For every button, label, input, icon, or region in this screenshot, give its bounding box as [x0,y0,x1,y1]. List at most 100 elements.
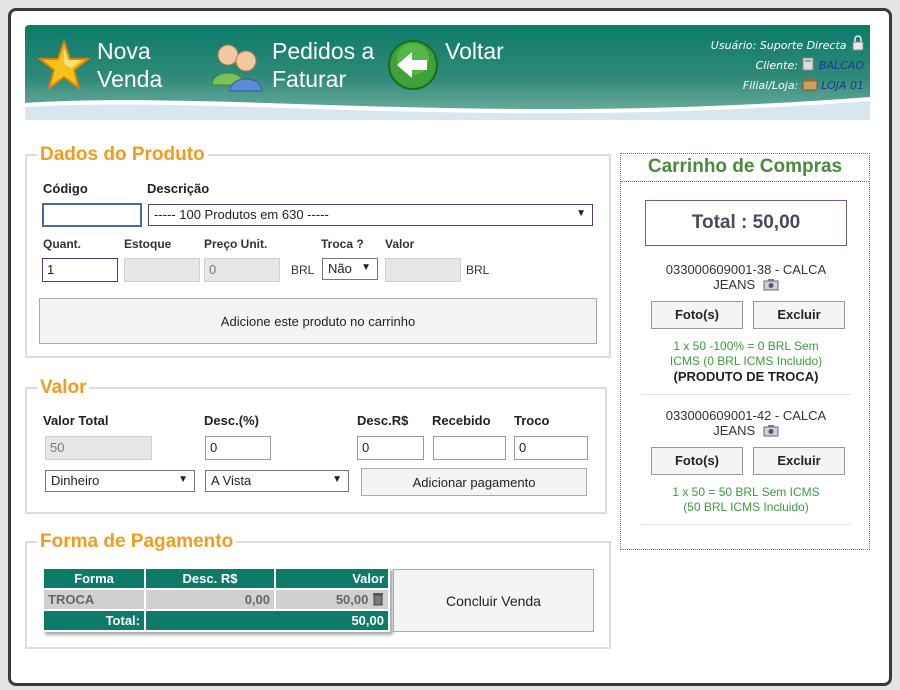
troco-input[interactable]: 0 [514,436,588,460]
valor-total-label: Valor Total [43,413,109,428]
total-row: Total: 50,00 [42,609,390,632]
voltar-label: Voltar [445,38,504,64]
foto-button[interactable]: Foto(s) [651,447,743,475]
filial-value[interactable]: LOJA 01 [821,79,864,92]
codigo-label: Código [43,181,88,196]
table-row: TROCA 0,00 50,00 [42,588,390,611]
desc-rs-label: Desc.R$ [357,413,409,428]
pagamento-legend: Forma de Pagamento [40,531,234,552]
troco-label: Troco [514,413,550,428]
troca-label: Troca ? [321,237,364,251]
item-line2: ICMS (0 BRL ICMS Incluido) [669,354,823,368]
payment-table: Forma Desc. R$ Valor TROCA 0,00 50,00 To… [42,567,390,632]
chevron-down-icon: ▼ [332,474,342,485]
trash-icon[interactable] [372,592,384,606]
cliente-value[interactable]: BALCAO [819,59,864,72]
valor-unit: BRL [466,263,490,277]
item-detail: 1 x 50 = 50 BRL Sem ICMS (50 BRL ICMS In… [621,485,871,515]
valor-input [385,258,461,282]
total-value: 50,00 [144,609,390,632]
chevron-down-icon: ▼ [178,474,188,485]
excluir-button[interactable]: Excluir [753,447,845,475]
item-line2: (50 BRL ICMS Incluido) [683,500,809,514]
star-icon [37,39,91,91]
carrinho-title: Carrinho de Compras [647,156,843,177]
quant-label: Quant. [43,237,81,251]
produto-legend: Dados do Produto [40,144,205,165]
forma-select-value: Dinheiro [51,473,100,488]
preco-input: 0 [204,258,280,282]
item-name: JEANS [713,277,756,292]
row-forma: TROCA [42,588,146,611]
troca-select[interactable]: Não ▼ [322,258,378,280]
pedidos-label-2: Faturar [272,66,347,92]
valor-legend: Valor [40,377,87,398]
usuario-value: Suporte Directa [759,39,847,52]
item-code: 033000609001-38 - CALCA [665,262,827,277]
back-arrow-icon [388,40,438,90]
desc-rs-input[interactable]: 0 [357,436,424,460]
row-valor-cell: 50,00 [274,588,390,611]
carrinho-panel: Carrinho de Compras Total : 50,00 033000… [620,153,870,550]
codigo-input[interactable] [42,203,142,227]
nova-venda-button[interactable]: Nova Venda [37,37,177,97]
pedidos-faturar-button[interactable]: Pedidos a Faturar [208,37,383,97]
troca-select-value: Não [328,261,352,276]
camera-icon [763,279,779,291]
camera-icon [763,425,779,437]
carrinho-divider [621,181,869,182]
lock-icon[interactable] [852,35,864,51]
nova-venda-label-2: Venda [97,66,163,92]
recebido-label: Recebido [432,413,491,428]
voltar-button[interactable]: Voltar [387,37,527,97]
col-desc: Desc. R$ [144,567,276,590]
foto-button[interactable]: Foto(s) [651,301,743,329]
add-product-button[interactable]: Adicione este produto no carrinho [39,298,597,344]
preco-unit: BRL [291,263,315,277]
recebido-input[interactable] [433,436,506,460]
cart-item: 033000609001-42 - CALCA JEANS [621,408,871,438]
desc-pct-input[interactable]: 0 [205,436,271,460]
nova-venda-label-1: Nova [97,38,151,64]
descricao-label: Descrição [147,181,210,196]
item-name: JEANS [713,423,756,438]
desc-pct-label: Desc.(%) [204,413,259,428]
condicao-select[interactable]: A Vista ▼ [205,470,349,492]
descricao-select[interactable]: ----- 100 Produtos em 630 ----- ▼ [148,204,593,226]
add-payment-button[interactable]: Adicionar pagamento [361,468,587,496]
item-divider [641,524,851,525]
descricao-select-value: ----- 100 Produtos em 630 ----- [154,207,329,222]
chevron-down-icon: ▼ [576,208,586,219]
item-line3: (PRODUTO DE TROCA) [673,369,819,384]
row-desc: 0,00 [144,588,276,611]
store-icon [802,77,818,91]
col-valor: Valor [274,567,390,590]
excluir-button[interactable]: Excluir [753,301,845,329]
item-line1: 1 x 50 -100% = 0 BRL Sem [673,339,819,353]
quant-input[interactable]: 1 [42,258,118,282]
item-line1: 1 x 50 = 50 BRL Sem ICMS [672,485,820,499]
item-detail: 1 x 50 -100% = 0 BRL Sem ICMS (0 BRL ICM… [621,339,871,384]
carrinho-total: Total : 50,00 [645,200,847,246]
filial-label: Filial/Loja: [742,79,799,92]
cart-item: 033000609001-38 - CALCA JEANS [621,262,871,292]
users-icon [211,44,263,92]
col-forma: Forma [42,567,146,590]
pedidos-label-1: Pedidos a [272,38,375,64]
row-valor: 50,00 [335,592,369,607]
estoque-input [124,258,200,282]
total-label: Total: [42,609,146,632]
preco-label: Preço Unit. [204,237,268,251]
estoque-label: Estoque [124,237,172,251]
item-code: 033000609001-42 - CALCA [665,408,827,423]
client-icon [802,57,814,71]
carrinho-total-value: 50,00 [752,212,801,233]
carrinho-total-label: Total : [691,212,748,233]
valor-label: Valor [385,237,415,251]
concluir-venda-button[interactable]: Concluir Venda [393,569,594,632]
forma-pagamento-select[interactable]: Dinheiro ▼ [45,470,195,492]
valor-total-input: 50 [45,436,152,460]
condicao-select-value: A Vista [211,473,252,488]
chevron-down-icon: ▼ [361,262,371,273]
cliente-label: Cliente: [755,59,798,72]
